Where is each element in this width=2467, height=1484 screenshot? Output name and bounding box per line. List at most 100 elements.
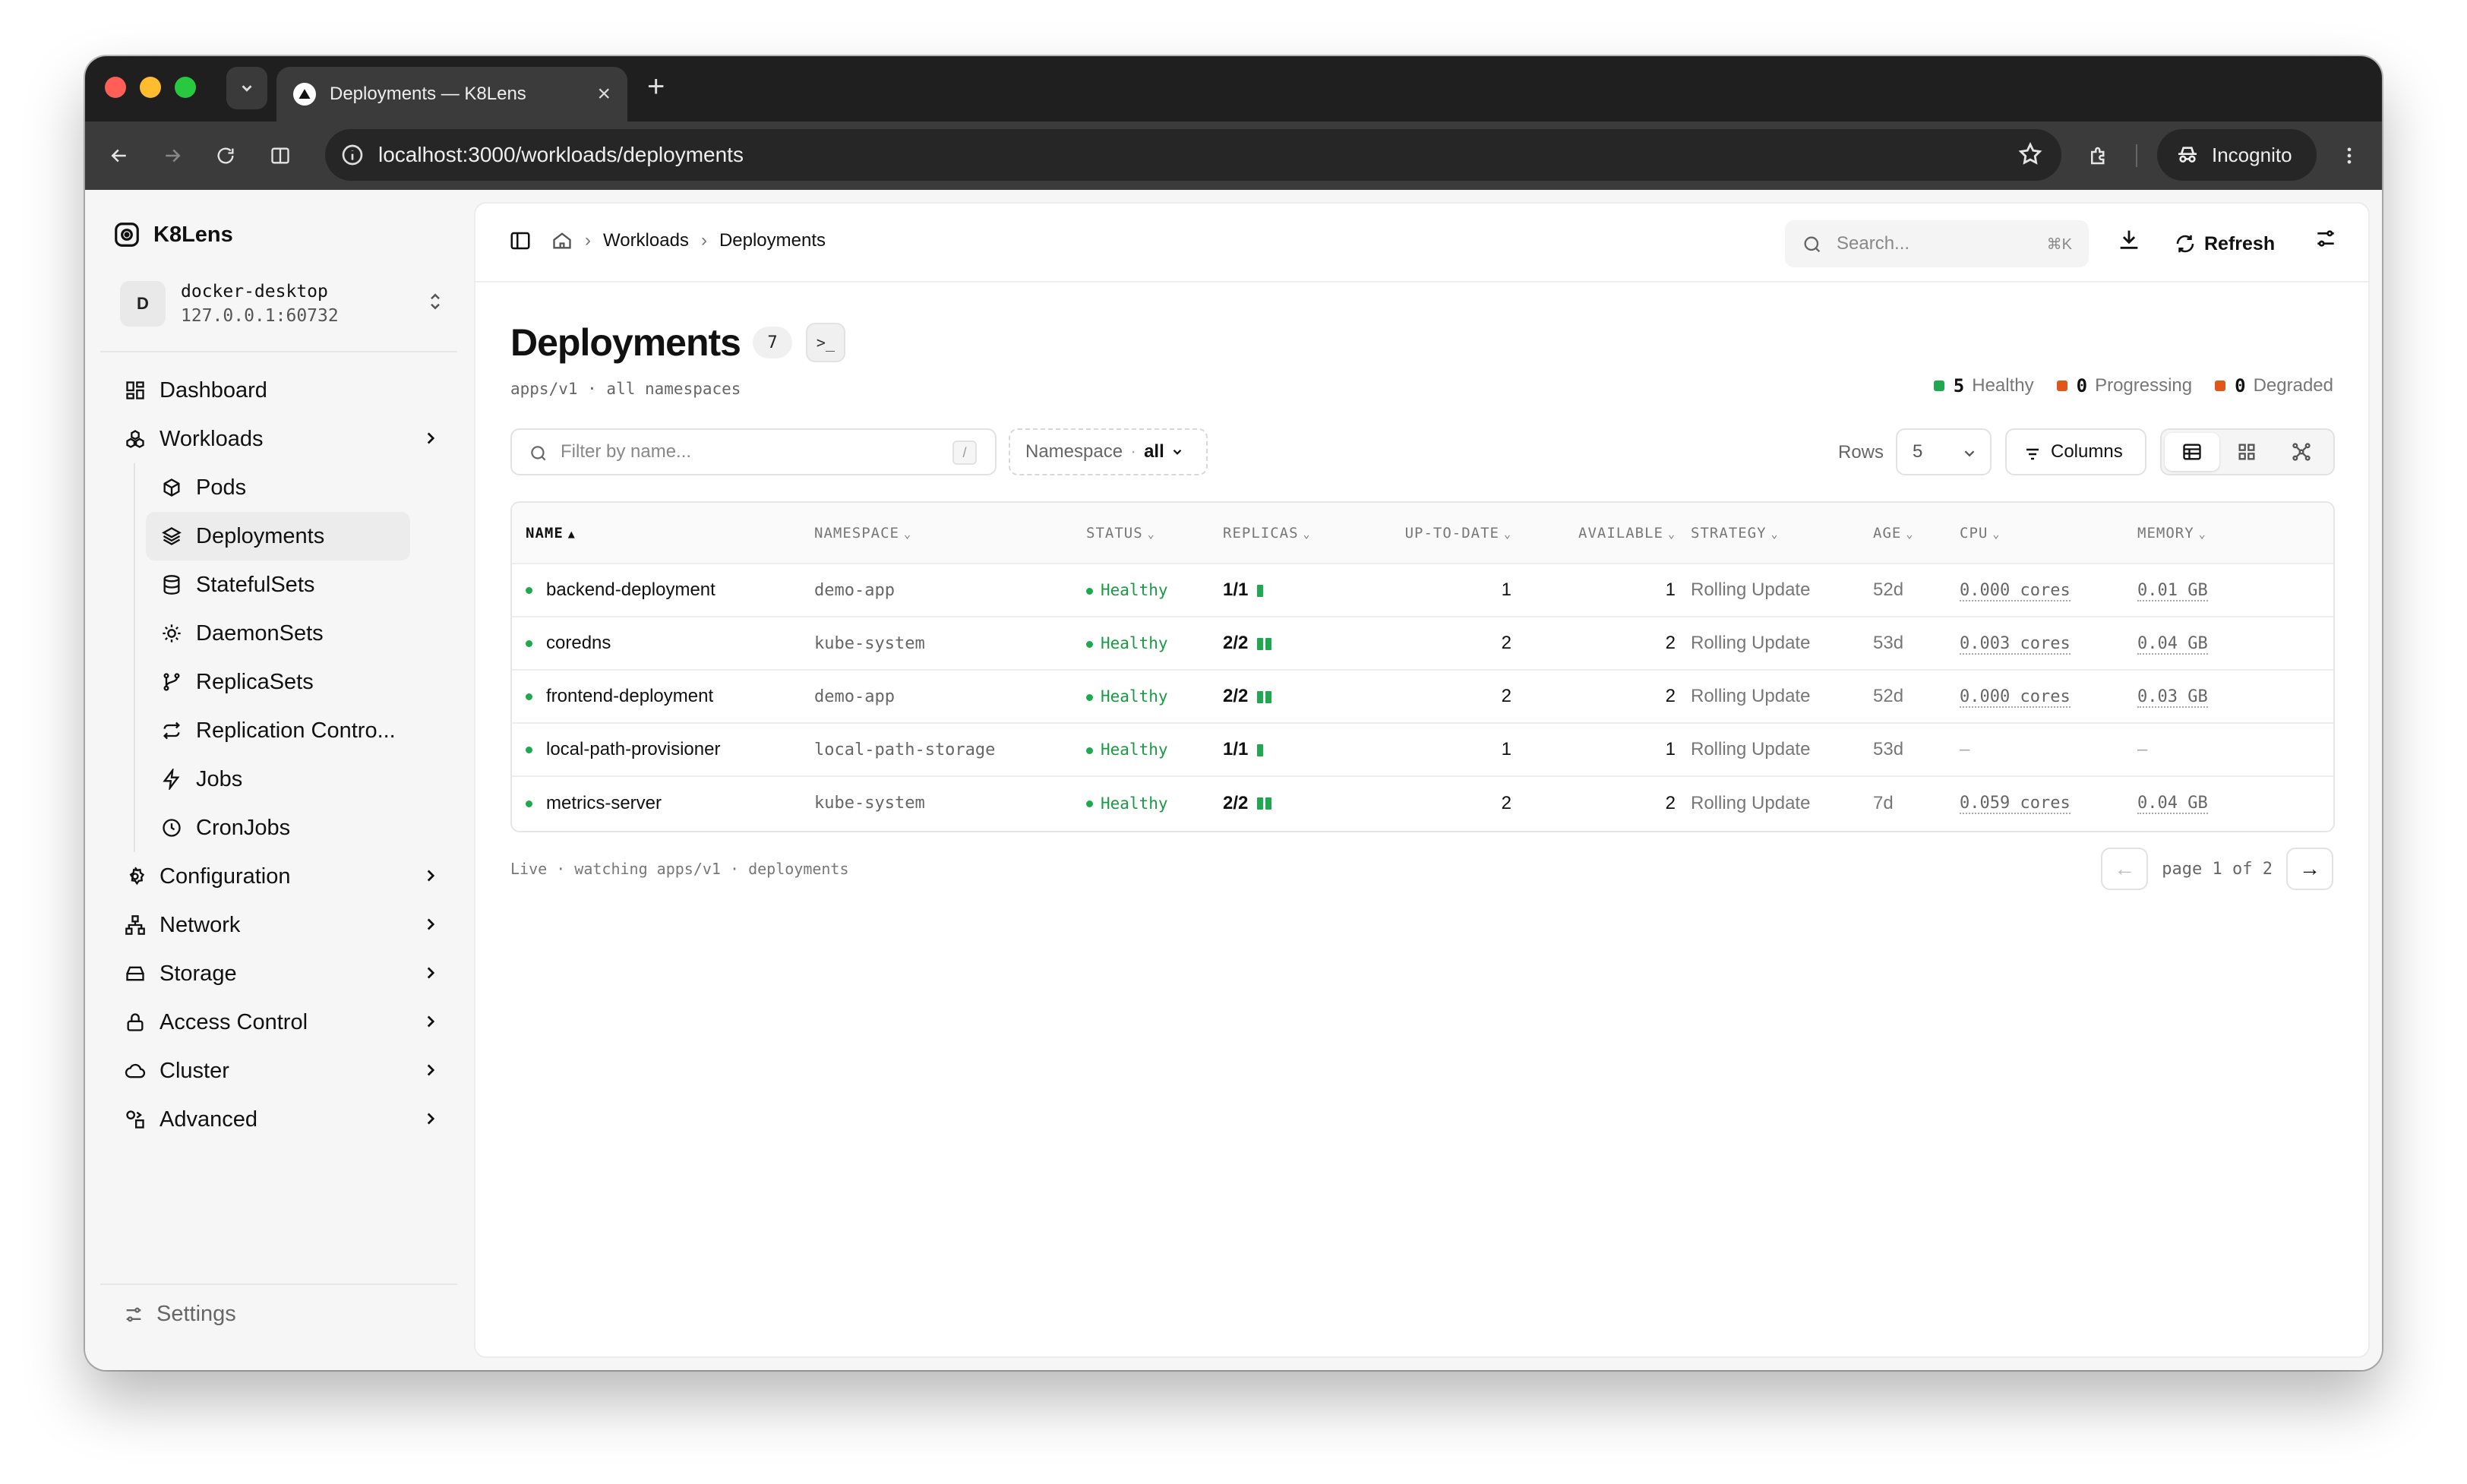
sidebar-toggle-icon[interactable] (509, 229, 532, 252)
toolbar-divider (2136, 144, 2137, 167)
back-button[interactable] (102, 138, 137, 173)
column-header-replicas[interactable]: REPLICAS ⌄ (1215, 503, 1360, 564)
next-page-button[interactable]: → (2286, 848, 2333, 890)
sidebar-item-configuration[interactable]: Configuration (115, 852, 450, 901)
sidebar-item-settings[interactable]: Settings (123, 1302, 236, 1327)
sidebar-item-cluster[interactable]: Cluster (115, 1047, 450, 1095)
workloads-submenu: Pods Deployments StatefulSets DaemonSets (115, 463, 450, 852)
sidebar-item-pods[interactable]: Pods (115, 463, 450, 512)
address-bar[interactable]: localhost:3000/workloads/deployments (325, 129, 2061, 181)
column-header-strategy[interactable]: STRATEGY ⌄ (1683, 503, 1865, 564)
brand-name: K8Lens (153, 222, 233, 247)
settings-label: Settings (156, 1302, 236, 1326)
cloud-icon (123, 1059, 147, 1083)
sidebar-item-jobs[interactable]: Jobs (115, 755, 450, 804)
close-icon[interactable]: × (597, 81, 611, 107)
forward-button[interactable] (155, 138, 190, 173)
column-header-memory[interactable]: MEMORY ⌄ (2130, 503, 2333, 564)
cell-available: 1 (1665, 739, 1676, 759)
sidebar-divider (100, 351, 457, 352)
cell-memory: 0.01 GB (2137, 580, 2208, 601)
incognito-button[interactable]: Incognito (2157, 129, 2317, 181)
browser-menu-button[interactable] (2332, 138, 2367, 173)
rows-per-page-select[interactable]: 5 (1896, 428, 1992, 475)
table-row[interactable]: frontend-deployment demo-app Healthy 2/2… (512, 670, 2333, 723)
sidebar-item-storage[interactable]: Storage (115, 949, 450, 998)
site-info-icon[interactable] (340, 143, 365, 167)
cell-available: 2 (1665, 633, 1676, 653)
tab-search-button[interactable] (226, 67, 267, 109)
settings-sliders-icon[interactable] (2314, 226, 2338, 251)
new-tab-button[interactable]: + (647, 70, 665, 103)
app-root: K8Lens D docker-desktop 127.0.0.1:60732 … (85, 190, 2382, 1370)
filter-input[interactable]: Filter by name... / (510, 428, 997, 475)
column-header-age[interactable]: AGE ⌄ (1865, 503, 1952, 564)
cell-strategy: Rolling Update (1691, 633, 1811, 653)
columns-button[interactable]: Columns (2005, 428, 2146, 475)
namespace-label: Namespace (1025, 441, 1123, 462)
cluster-context-switcher[interactable]: D docker-desktop 127.0.0.1:60732 (120, 273, 448, 334)
chevron-right-icon (427, 918, 435, 930)
sidebar-item-statefulsets[interactable]: StatefulSets (115, 560, 450, 609)
sidebar-item-network[interactable]: Network (115, 901, 450, 949)
column-header-cpu[interactable]: CPU ⌄ (1952, 503, 2130, 564)
sidebar-item-dashboard[interactable]: Dashboard (115, 366, 450, 415)
sidebar-item-workloads[interactable]: Workloads (115, 415, 450, 463)
sidebar-item-replicasets[interactable]: ReplicaSets (115, 658, 450, 706)
breadcrumb-workloads[interactable]: Workloads (603, 230, 689, 251)
graph-view-button[interactable] (2274, 433, 2329, 471)
chevron-right-icon (427, 432, 435, 444)
health-summary: 5 Healthy 0 Progressing 0 Degraded (1911, 375, 2333, 396)
browser-tab[interactable]: Deployments — K8Lens × (276, 67, 627, 122)
rows-value: 5 (1913, 441, 1923, 462)
sidebar-item-cronjobs[interactable]: CronJobs (115, 804, 450, 852)
split-view-button[interactable] (263, 138, 298, 173)
cell-replicas: 1/1 (1215, 723, 1360, 776)
column-header-namespace[interactable]: NAMESPACE ⌄ (807, 503, 1079, 564)
zoom-window-button[interactable] (175, 77, 196, 98)
previous-page-button[interactable]: ← (2101, 848, 2149, 890)
refresh-button[interactable]: Refresh (2174, 220, 2275, 267)
cell-cpu: – (1960, 739, 1970, 759)
progressing-count: 0 Progressing (2056, 375, 2192, 396)
column-header-up-to-date[interactable]: UP-TO-DATE ⌄ (1360, 503, 1519, 564)
extensions-button[interactable] (2081, 138, 2116, 173)
minimize-window-button[interactable] (140, 77, 161, 98)
bookmark-star-icon[interactable] (2017, 141, 2043, 167)
terminal-button[interactable]: >_ (805, 323, 845, 362)
table-row[interactable]: local-path-provisioner local-path-storag… (512, 723, 2333, 776)
column-header-status[interactable]: STATUS ⌄ (1079, 503, 1215, 564)
home-icon[interactable] (551, 230, 573, 251)
cell-available: 2 (1665, 792, 1676, 813)
chevron-down-icon (242, 85, 252, 92)
download-icon[interactable] (2116, 226, 2142, 252)
sidebar-item-access-control[interactable]: Access Control (115, 998, 450, 1047)
cell-up-to-date: 1 (1501, 579, 1511, 600)
sidebar-item-deployments[interactable]: Deployments (146, 512, 410, 560)
sidebar-item-daemonsets[interactable]: DaemonSets (115, 609, 450, 658)
sidebar-item-replication-controllers[interactable]: Replication Contro... (115, 706, 450, 755)
column-header-available[interactable]: AVAILABLE ⌄ (1519, 503, 1683, 564)
grid-view-button[interactable] (2219, 433, 2274, 471)
table-row[interactable]: metrics-server kube-system Healthy 2/2 2… (512, 776, 2333, 829)
sidebar-item-advanced[interactable]: Advanced (115, 1095, 450, 1144)
cell-name: metrics-server (512, 776, 807, 829)
cell-up-to-date: 2 (1501, 792, 1511, 813)
cell-age: 52d (1873, 579, 1904, 600)
namespace-filter[interactable]: Namespace · all (1009, 428, 1208, 475)
reload-button[interactable] (208, 138, 243, 173)
table-view-button[interactable] (2165, 433, 2219, 471)
cell-namespace: local-path-storage (814, 740, 996, 759)
close-window-button[interactable] (105, 77, 126, 98)
page-title: Deployments (510, 321, 741, 364)
column-header-name[interactable]: NAME ▲ (512, 503, 807, 564)
brand[interactable]: K8Lens (112, 220, 233, 249)
table-row[interactable]: coredns kube-system Healthy 2/2 2 2 Roll… (512, 617, 2333, 670)
context-address: 127.0.0.1:60732 (181, 306, 339, 326)
chevron-down-icon (1964, 450, 1975, 457)
table-row[interactable]: backend-deployment demo-app Healthy 1/1 … (512, 564, 2333, 617)
breadcrumb: › Workloads › Deployments (509, 229, 826, 252)
sidebar-item-label: Jobs (196, 766, 243, 791)
global-search-input[interactable]: Search... ⌘K (1785, 220, 2089, 267)
replica-bars (1257, 637, 1274, 650)
